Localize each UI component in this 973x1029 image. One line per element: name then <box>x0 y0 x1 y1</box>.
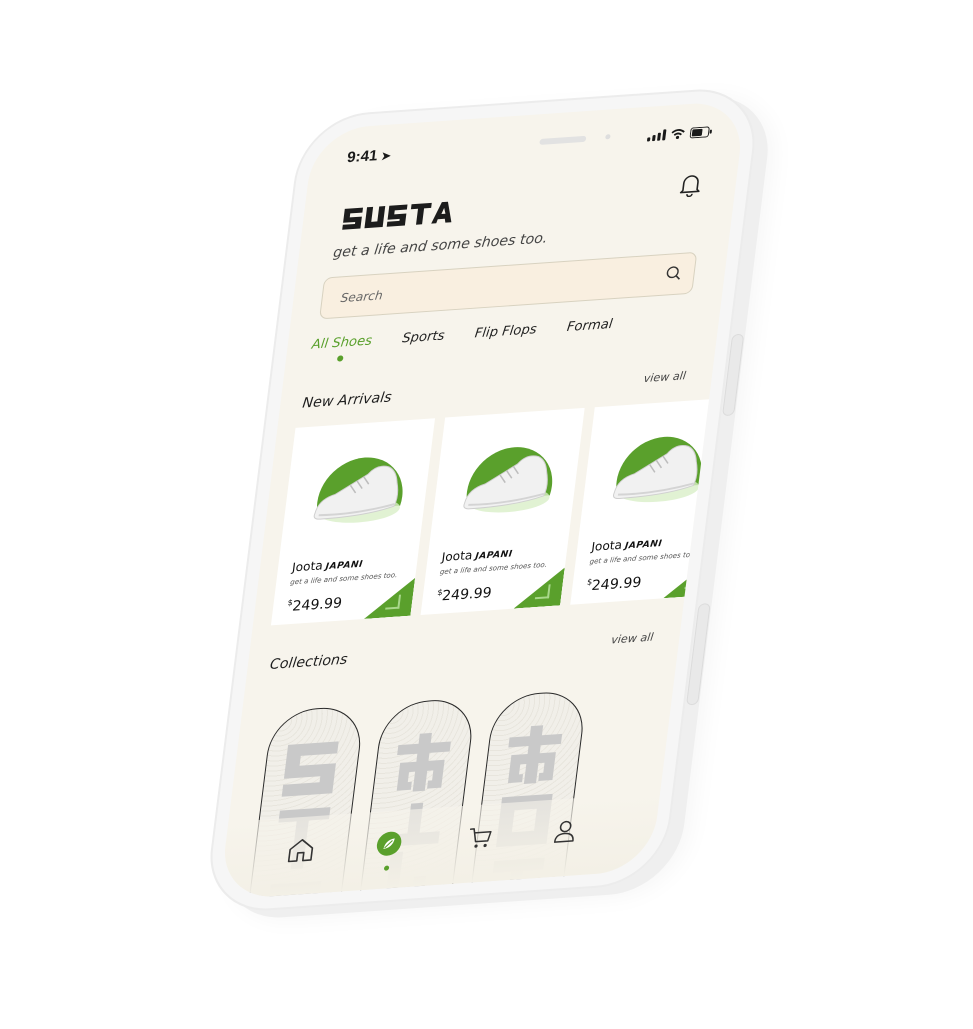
brand-logo <box>339 197 454 237</box>
category-tabs: All Shoes Sports Flip Flops Formal <box>311 317 613 362</box>
cart-icon[interactable] <box>465 824 495 856</box>
speaker-notch <box>539 135 587 145</box>
battery-icon <box>689 126 713 139</box>
search-icon[interactable] <box>664 265 683 286</box>
collections-title: Collections <box>269 651 349 673</box>
explore-icon[interactable] <box>374 830 404 871</box>
product-image <box>463 447 553 513</box>
status-icons <box>646 126 713 142</box>
status-time: 9:41 ➤ <box>346 147 392 167</box>
tab-formal[interactable]: Formal <box>566 317 613 335</box>
profile-icon[interactable] <box>551 818 579 850</box>
signal-icon <box>646 129 667 142</box>
product-name: JootaJAPANI <box>440 548 514 565</box>
product-price: $249.99 <box>436 585 493 605</box>
search-bar <box>319 251 698 320</box>
status-bar: 9:41 ➤ <box>345 124 713 173</box>
product-image <box>313 457 403 523</box>
home-icon[interactable] <box>285 836 317 868</box>
phone-mockup: 9:41 ➤ get a life and some shoes too. Se… <box>202 85 763 915</box>
add-to-cart-button[interactable] <box>364 578 415 619</box>
product-name: JootaJAPANI <box>291 558 364 575</box>
tab-all-shoes[interactable]: All Shoes <box>311 333 373 362</box>
product-card[interactable]: JootaJAPANI get a life and some shoes to… <box>270 418 436 626</box>
active-nav-indicator <box>383 865 390 871</box>
product-card[interactable]: JootaJAPANI get a life and some shoes to… <box>420 407 585 616</box>
product-name: JootaJAPANI <box>590 537 663 554</box>
new-arrivals-list: JootaJAPANI get a life and some shoes to… <box>270 397 735 626</box>
wifi-icon <box>670 128 686 140</box>
product-price: $249.99 <box>287 595 343 615</box>
notification-bell-icon[interactable] <box>678 172 704 201</box>
camera-dot <box>605 134 611 140</box>
search-input[interactable] <box>336 260 589 320</box>
new-arrivals-view-all[interactable]: view all <box>643 369 687 385</box>
product-price: $249.99 <box>586 574 643 595</box>
add-to-cart-button[interactable] <box>514 568 565 609</box>
tab-flip-flops[interactable]: Flip Flops <box>474 322 538 341</box>
location-arrow-icon: ➤ <box>380 150 392 163</box>
new-arrivals-title: New Arrivals <box>301 389 393 412</box>
active-tab-indicator <box>336 355 344 362</box>
tab-sports[interactable]: Sports <box>401 328 445 346</box>
collections-view-all[interactable]: view all <box>610 631 654 647</box>
